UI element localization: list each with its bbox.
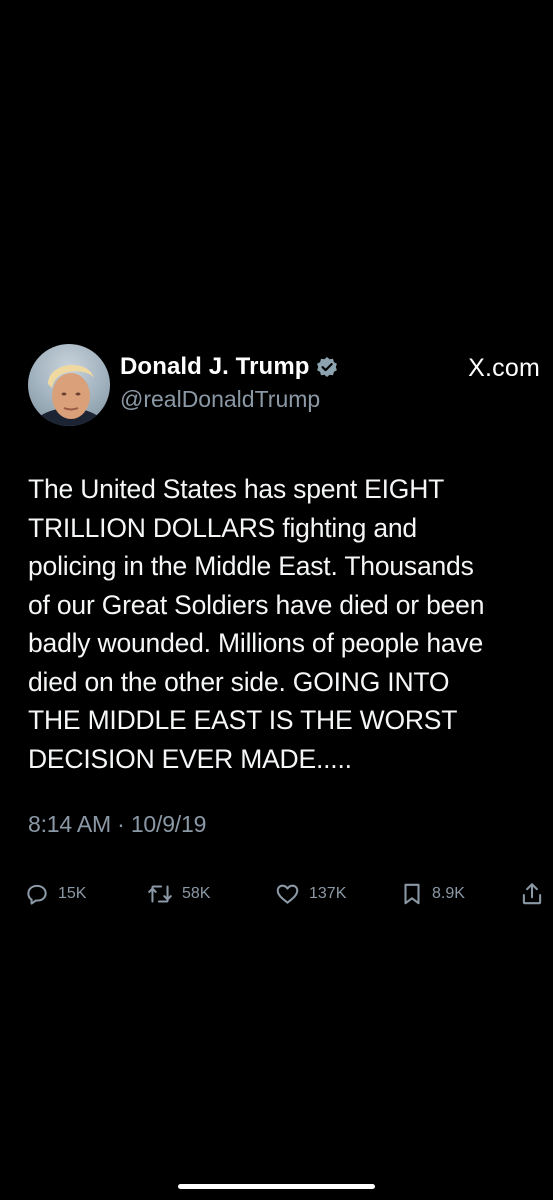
share-icon: [522, 883, 542, 905]
bookmark-icon: [404, 883, 420, 905]
author-info: Donald J. Trump @realDonaldTrump: [120, 350, 338, 413]
bookmark-button[interactable]: 8.9K: [400, 874, 465, 914]
tweet-text: The United States has spent EIGHT TRILLI…: [28, 474, 485, 774]
tweet-card: Donald J. Trump @realDonaldTrump X.com T…: [28, 344, 540, 838]
like-button[interactable]: 137K: [274, 874, 346, 914]
bookmark-count: 8.9K: [432, 885, 465, 902]
avatar[interactable]: [28, 344, 110, 426]
tweet-header: Donald J. Trump @realDonaldTrump X.com: [28, 344, 540, 430]
reply-count: 15K: [58, 885, 87, 902]
avatar-portrait: [30, 365, 108, 426]
reply-button[interactable]: 15K: [24, 874, 86, 914]
handle[interactable]: @realDonaldTrump: [120, 386, 338, 413]
share-button[interactable]: [520, 874, 544, 914]
heart-icon: [276, 884, 299, 904]
repost-count: 58K: [182, 885, 211, 902]
timestamp[interactable]: 8:14 AM · 10/9/19: [28, 811, 540, 838]
repost-icon: [148, 885, 172, 903]
reply-icon: [27, 884, 47, 905]
display-name[interactable]: Donald J. Trump: [120, 353, 310, 381]
repost-button[interactable]: 58K: [146, 874, 210, 914]
name-row: Donald J. Trump: [120, 350, 338, 384]
home-indicator[interactable]: [178, 1184, 375, 1189]
like-count: 137K: [309, 885, 347, 902]
brand-label: X.com: [468, 354, 540, 382]
action-bar: 15K 58K 137K 8.9K: [24, 874, 548, 914]
verified-badge-icon: [316, 356, 338, 378]
